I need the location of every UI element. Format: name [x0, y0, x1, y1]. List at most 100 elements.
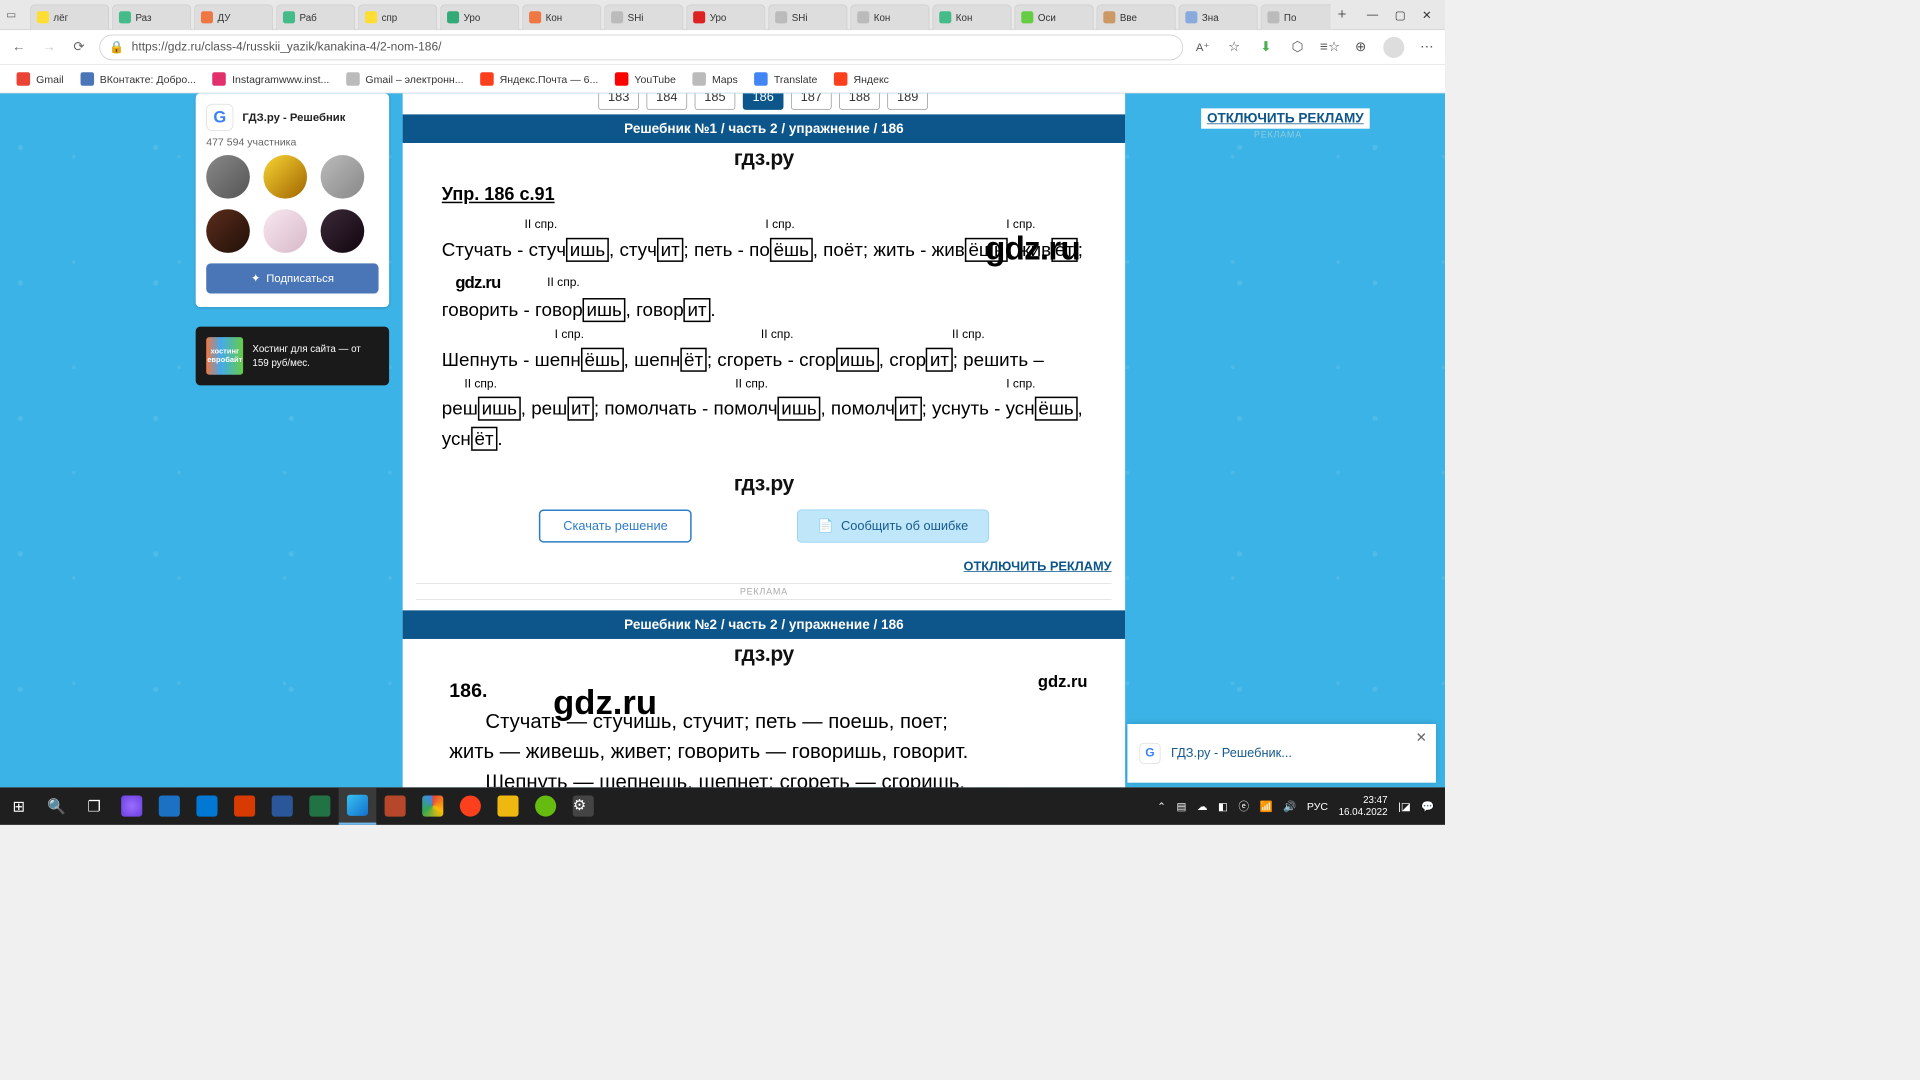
- favicon-icon: [1103, 11, 1115, 23]
- back-icon[interactable]: ←: [9, 39, 29, 55]
- download-button[interactable]: Скачать решение: [539, 510, 692, 543]
- taskbar-app[interactable]: [301, 787, 339, 825]
- browser-tab[interactable]: Уро: [440, 4, 519, 30]
- window-close-icon[interactable]: ✕: [1422, 8, 1431, 22]
- gdz-logo-icon: G: [206, 104, 233, 131]
- bookmark-item[interactable]: Translate: [754, 72, 817, 86]
- taskbar-app[interactable]: [113, 787, 151, 825]
- taskbar-app[interactable]: [188, 787, 226, 825]
- pager-item[interactable]: 184: [646, 93, 687, 110]
- taskbar-app[interactable]: [414, 787, 452, 825]
- member-avatar[interactable]: [321, 209, 365, 253]
- bookmark-item[interactable]: ВКонтакте: Добро...: [80, 72, 196, 86]
- window-maximize-icon[interactable]: ▢: [1395, 8, 1406, 22]
- taskbar-clock[interactable]: 23:47 16.04.2022: [1339, 794, 1388, 817]
- browser-tab[interactable]: Раз: [112, 4, 191, 30]
- profile-icon[interactable]: [1383, 37, 1404, 58]
- taskbar-app[interactable]: [489, 787, 527, 825]
- browser-tab[interactable]: Зна: [1179, 4, 1258, 30]
- pager-item[interactable]: 189: [887, 93, 928, 110]
- tray-chevron-icon[interactable]: ⌃: [1157, 800, 1166, 813]
- notifications-icon[interactable]: 💬: [1421, 800, 1434, 813]
- taskbar-app[interactable]: ⚙: [564, 787, 602, 825]
- tab-actions-icon[interactable]: ▭: [0, 8, 23, 21]
- disable-ads-link[interactable]: ОТКЛЮЧИТЬ РЕКЛАМУ: [964, 559, 1112, 573]
- browser-tab[interactable]: Раб: [276, 4, 355, 30]
- tray-icon[interactable]: 🔊: [1283, 800, 1296, 813]
- collections-icon[interactable]: ⊕: [1352, 39, 1370, 55]
- browser-tab[interactable]: лёг: [30, 4, 109, 30]
- browser-tab[interactable]: спр: [358, 4, 437, 30]
- bookmark-label: Instagramwww.inst...: [232, 73, 329, 85]
- member-avatar[interactable]: [206, 155, 250, 199]
- bookmark-item[interactable]: Gmail – электронн...: [346, 72, 464, 86]
- adguard-icon[interactable]: ⬇: [1257, 39, 1275, 55]
- subscribe-button[interactable]: ✦ Подписаться: [206, 263, 378, 293]
- menu-icon[interactable]: ⋯: [1418, 39, 1436, 55]
- taskbar-app[interactable]: [527, 787, 565, 825]
- task-view-icon[interactable]: ❐: [75, 787, 113, 825]
- member-avatar[interactable]: [206, 209, 250, 253]
- taskbar-app[interactable]: [452, 787, 490, 825]
- bookmark-item[interactable]: YouTube: [615, 72, 676, 86]
- tray-icon[interactable]: |◪: [1398, 800, 1411, 813]
- widget-members: 477 594 участника: [206, 135, 378, 147]
- browser-tab[interactable]: Оси: [1015, 4, 1094, 30]
- url-input[interactable]: 🔒 https://gdz.ru/class-4/russkii_yazik/k…: [99, 34, 1183, 60]
- taskbar-app-active[interactable]: [339, 787, 377, 825]
- member-avatar[interactable]: [263, 209, 307, 253]
- tray-icon[interactable]: ▤: [1176, 800, 1186, 813]
- member-avatar[interactable]: [263, 155, 307, 199]
- tab-label: Зна: [1202, 12, 1251, 23]
- browser-tab[interactable]: ДУ: [194, 4, 273, 30]
- browser-tab[interactable]: Вве: [1097, 4, 1176, 30]
- solution-2-header: Решебник №2 / часть 2 / упражнение / 186: [403, 610, 1125, 639]
- refresh-icon[interactable]: ⟳: [69, 39, 89, 55]
- browser-tab[interactable]: Уро: [686, 4, 765, 30]
- tray-icon[interactable]: ⓔ: [1239, 799, 1250, 814]
- pager-item[interactable]: 186: [743, 93, 784, 110]
- pager-item[interactable]: 183: [598, 93, 639, 110]
- pager-item[interactable]: 185: [695, 93, 736, 110]
- bookmark-item[interactable]: Яндекс.Почта — 6...: [480, 72, 598, 86]
- browser-tab[interactable]: Кон: [850, 4, 929, 30]
- reader-icon[interactable]: A⁺: [1194, 40, 1212, 54]
- conj-label: II спр.: [952, 325, 997, 344]
- browser-tab[interactable]: Кон: [932, 4, 1011, 30]
- bookmark-item[interactable]: Maps: [692, 72, 737, 86]
- notification-popup[interactable]: ✕ G ГДЗ.ру - Решебник...: [1127, 724, 1436, 783]
- search-icon[interactable]: 🔍: [38, 787, 76, 825]
- tray-icon[interactable]: ◧: [1218, 800, 1228, 813]
- solution-line: Шепнуть - шепнёшь, шепнёт; сгореть - сго…: [442, 344, 1086, 374]
- start-button[interactable]: ⊞: [0, 787, 38, 825]
- close-icon[interactable]: ✕: [1416, 730, 1427, 746]
- browser-tab[interactable]: SHi: [604, 4, 683, 30]
- hosting-ad[interactable]: хостинг евробайт Хостинг для сайта — от …: [196, 327, 389, 386]
- extension-icon[interactable]: ⬡: [1288, 39, 1306, 55]
- taskbar-app[interactable]: [151, 787, 189, 825]
- tray-icon[interactable]: 📶: [1260, 800, 1273, 813]
- window-minimize-icon[interactable]: —: [1367, 8, 1378, 22]
- browser-tab[interactable]: SHi: [768, 4, 847, 30]
- bookmark-item[interactable]: Instagramwww.inst...: [213, 72, 330, 86]
- exercise-title: Упр. 186 с.91: [442, 181, 1086, 210]
- taskbar-app[interactable]: [226, 787, 264, 825]
- browser-tab[interactable]: Кон: [522, 4, 601, 30]
- taskbar-app[interactable]: [263, 787, 301, 825]
- bookmark-favicon-icon: [480, 72, 494, 86]
- favorites-bar-icon[interactable]: ≡☆: [1320, 39, 1338, 55]
- conj-label: II спр.: [761, 325, 806, 344]
- pager-item[interactable]: 187: [791, 93, 832, 110]
- bookmark-item[interactable]: Gmail: [17, 72, 64, 86]
- browser-tab[interactable]: По: [1261, 4, 1331, 30]
- language-indicator[interactable]: РУС: [1307, 800, 1328, 812]
- report-button[interactable]: 📄 Сообщить об ошибке: [797, 510, 988, 543]
- pager-item[interactable]: 188: [839, 93, 880, 110]
- member-avatar[interactable]: [321, 155, 365, 199]
- tray-icon[interactable]: ☁: [1197, 800, 1208, 813]
- favorite-icon[interactable]: ☆: [1225, 39, 1243, 55]
- new-tab-button[interactable]: +: [1331, 6, 1354, 23]
- bookmark-item[interactable]: Яндекс: [834, 72, 889, 86]
- taskbar-app[interactable]: [376, 787, 414, 825]
- widget-title[interactable]: ГДЗ.ру - Решебник: [242, 111, 345, 124]
